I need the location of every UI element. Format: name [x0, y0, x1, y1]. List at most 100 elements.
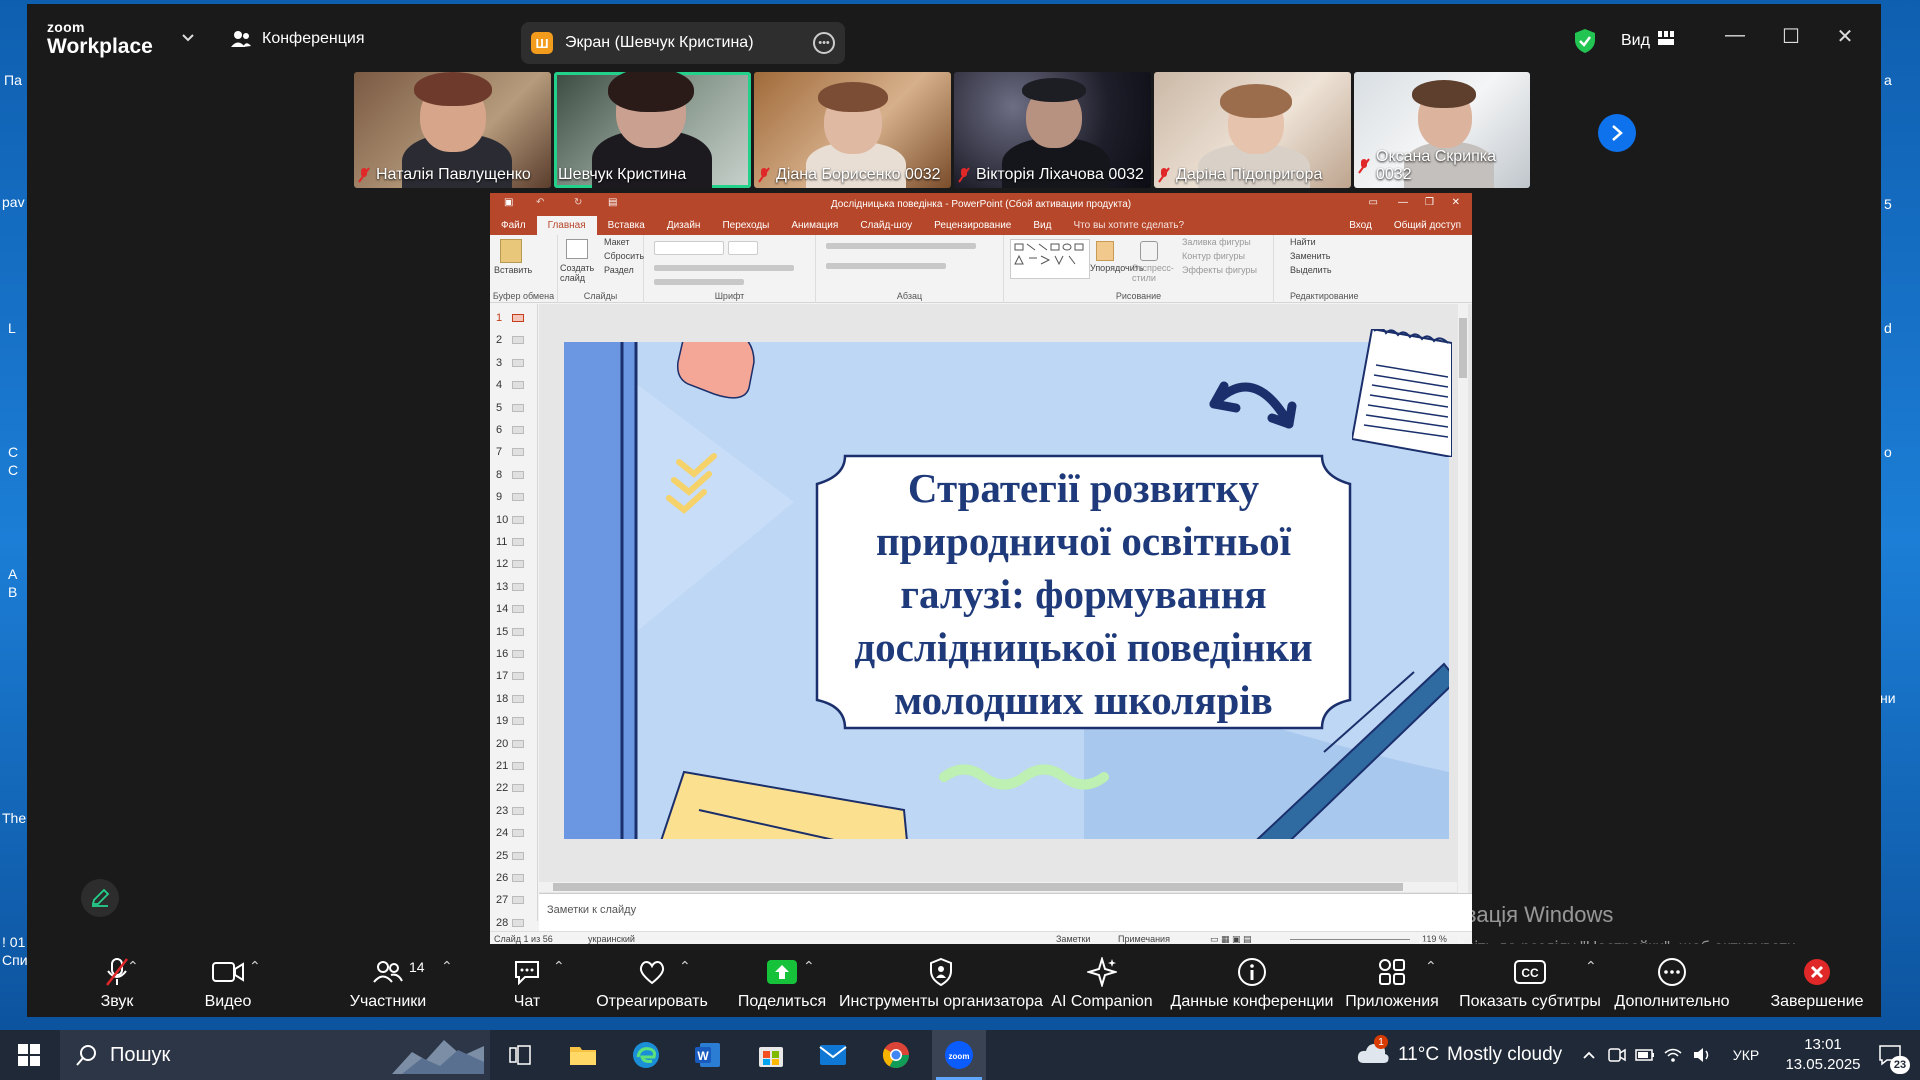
chevron-down-icon[interactable] [181, 30, 195, 48]
tab-review[interactable]: Рецензирование [923, 220, 1022, 235]
horizontal-scrollbar[interactable] [539, 882, 1457, 892]
font-name-field[interactable] [654, 241, 724, 255]
desktop-icon-label[interactable]: L [8, 320, 16, 336]
desktop-icon-label[interactable]: ни [1880, 690, 1896, 706]
share-options-caret[interactable]: ⌃ [803, 958, 815, 975]
slide-thumbnail[interactable]: 28 [496, 917, 532, 929]
slide-thumbnail[interactable]: 9 [496, 491, 532, 503]
input-language[interactable]: УКР [1726, 1030, 1766, 1080]
react-options-caret[interactable]: ⌃ [679, 958, 691, 975]
desktop-icon-label[interactable]: С [8, 462, 18, 478]
tab-view[interactable]: Вид [1022, 220, 1062, 235]
slide-thumbnail[interactable]: 6 [496, 424, 532, 436]
participant-tile[interactable]: Шевчук Кристина [554, 72, 751, 188]
slide-thumbnail[interactable]: 8 [496, 469, 532, 481]
task-view-icon[interactable] [500, 1030, 540, 1080]
slide-thumbnail[interactable]: 14 [496, 603, 532, 615]
tab-home[interactable]: Главная [536, 216, 597, 235]
tab-file[interactable]: Файл [490, 220, 537, 235]
scrollbar-thumb[interactable] [553, 883, 1403, 891]
react-button[interactable]: Отреагировать [587, 944, 717, 1017]
slide-thumbnail[interactable]: 5 [496, 402, 532, 414]
desktop-icon-label[interactable]: о [1884, 444, 1892, 460]
replace-button[interactable]: Заменить [1290, 251, 1330, 261]
tab-animations[interactable]: Анимация [780, 220, 849, 235]
layout-button[interactable]: Макет [604, 237, 629, 247]
tab-design[interactable]: Дизайн [656, 220, 712, 235]
conference-menu[interactable]: Конференция [230, 28, 365, 50]
close-icon[interactable]: ✕ [1830, 24, 1860, 49]
desktop-icon-label[interactable]: d [1884, 320, 1892, 336]
slide-thumbnail[interactable]: 15 [496, 626, 532, 638]
zoom-slider[interactable] [1290, 939, 1410, 940]
arrange-icon[interactable] [1096, 241, 1114, 261]
list-buttons[interactable] [826, 243, 976, 249]
ai-companion-button[interactable]: AI Companion [1047, 944, 1157, 1017]
meeting-info-button[interactable]: Данные конференции [1167, 944, 1337, 1017]
slide-thumbnail[interactable]: 13 [496, 581, 532, 593]
close-icon[interactable]: ✕ [1452, 197, 1460, 208]
vertical-scrollbar[interactable] [1458, 304, 1468, 894]
mail-icon[interactable] [813, 1030, 853, 1080]
new-slide-label[interactable]: Создать слайд [560, 263, 600, 283]
participant-tile[interactable]: Даріна Підопригора [1154, 72, 1351, 188]
screen-share-pill[interactable]: Ш Экран (Шевчук Кристина) ••• [521, 22, 845, 64]
signin-link[interactable]: Вход [1338, 220, 1383, 235]
participant-tile[interactable]: Оксана Скрипка 0032 [1354, 72, 1530, 188]
shape-fill-button[interactable]: Заливка фигуры [1182, 237, 1251, 247]
find-button[interactable]: Найти [1290, 237, 1316, 247]
slide-thumbnail[interactable]: 23 [496, 805, 532, 817]
edge-browser-icon[interactable] [626, 1030, 666, 1080]
reset-button[interactable]: Сбросить [604, 251, 644, 261]
host-tools-button[interactable]: Инструменты организатора [831, 944, 1051, 1017]
video-options-caret[interactable]: ⌃ [249, 958, 261, 975]
shape-outline-button[interactable]: Контур фигуры [1182, 251, 1245, 261]
zoom-app-icon[interactable]: zoom [932, 1030, 986, 1080]
file-explorer-icon[interactable] [563, 1030, 603, 1080]
participant-tile[interactable]: Наталія Павлущенко [354, 72, 551, 188]
desktop-icon-label[interactable]: а [1884, 72, 1892, 88]
slide-thumbnail[interactable]: 11 [496, 536, 532, 548]
slide-thumbnail[interactable]: 16 [496, 648, 532, 660]
desktop-icon-label[interactable]: A [8, 566, 17, 582]
slide-thumbnail[interactable]: 1 [496, 312, 532, 324]
apps-options-caret[interactable]: ⌃ [1425, 958, 1437, 975]
share-screen-button[interactable]: Поделиться [727, 944, 837, 1017]
desktop-icon-label[interactable]: Па [4, 72, 22, 88]
font-size-field[interactable] [728, 241, 758, 255]
start-button[interactable] [0, 1030, 58, 1080]
shapes-gallery[interactable] [1010, 239, 1090, 279]
tell-me-search[interactable]: Что вы хотите сделать? [1062, 220, 1195, 235]
chevron-up-icon[interactable] [1578, 1030, 1600, 1080]
more-options-icon[interactable]: ••• [813, 32, 835, 54]
minimize-icon[interactable]: — [1398, 197, 1408, 208]
desktop-icon-label[interactable]: Спи [2, 952, 28, 968]
language-indicator[interactable]: украинский [588, 934, 635, 944]
taskbar-search-box[interactable]: Пошук [60, 1030, 490, 1080]
section-button[interactable]: Раздел [604, 265, 634, 275]
volume-icon[interactable] [1690, 1030, 1714, 1080]
clock[interactable]: 13:01 13.05.2025 [1776, 1035, 1870, 1075]
next-page-button[interactable] [1598, 114, 1636, 152]
participant-tile[interactable]: Вікторія Ліхачова 0032 [954, 72, 1151, 188]
apps-button[interactable]: Приложения [1337, 944, 1447, 1017]
desktop-icon-label[interactable]: The [2, 810, 26, 826]
share-link[interactable]: Общий доступ [1383, 220, 1472, 235]
chat-options-caret[interactable]: ⌃ [553, 958, 565, 975]
word-app-icon[interactable]: W [688, 1030, 728, 1080]
slide-thumbnail[interactable]: 19 [496, 715, 532, 727]
weather-widget[interactable]: 1 11°C Mostly cloudy [1356, 1030, 1566, 1080]
slide-thumbnail[interactable]: 21 [496, 760, 532, 772]
annotate-pen-button[interactable] [81, 879, 119, 917]
view-menu[interactable]: Вид [1621, 31, 1674, 50]
notification-center-icon[interactable]: 23 [1868, 1030, 1912, 1080]
captions-options-caret[interactable]: ⌃ [1585, 958, 1597, 975]
shape-effects-button[interactable]: Эффекты фигуры [1182, 265, 1257, 275]
select-button[interactable]: Выделить [1290, 265, 1332, 275]
font-color-buttons[interactable] [654, 279, 744, 285]
desktop-icon-label[interactable]: B [8, 584, 17, 600]
participants-button[interactable]: 14 Участники [333, 944, 443, 1017]
battery-icon[interactable] [1634, 1030, 1656, 1080]
quick-styles-label[interactable]: Экспресс-стили [1132, 263, 1174, 283]
participants-options-caret[interactable]: ⌃ [441, 958, 453, 975]
